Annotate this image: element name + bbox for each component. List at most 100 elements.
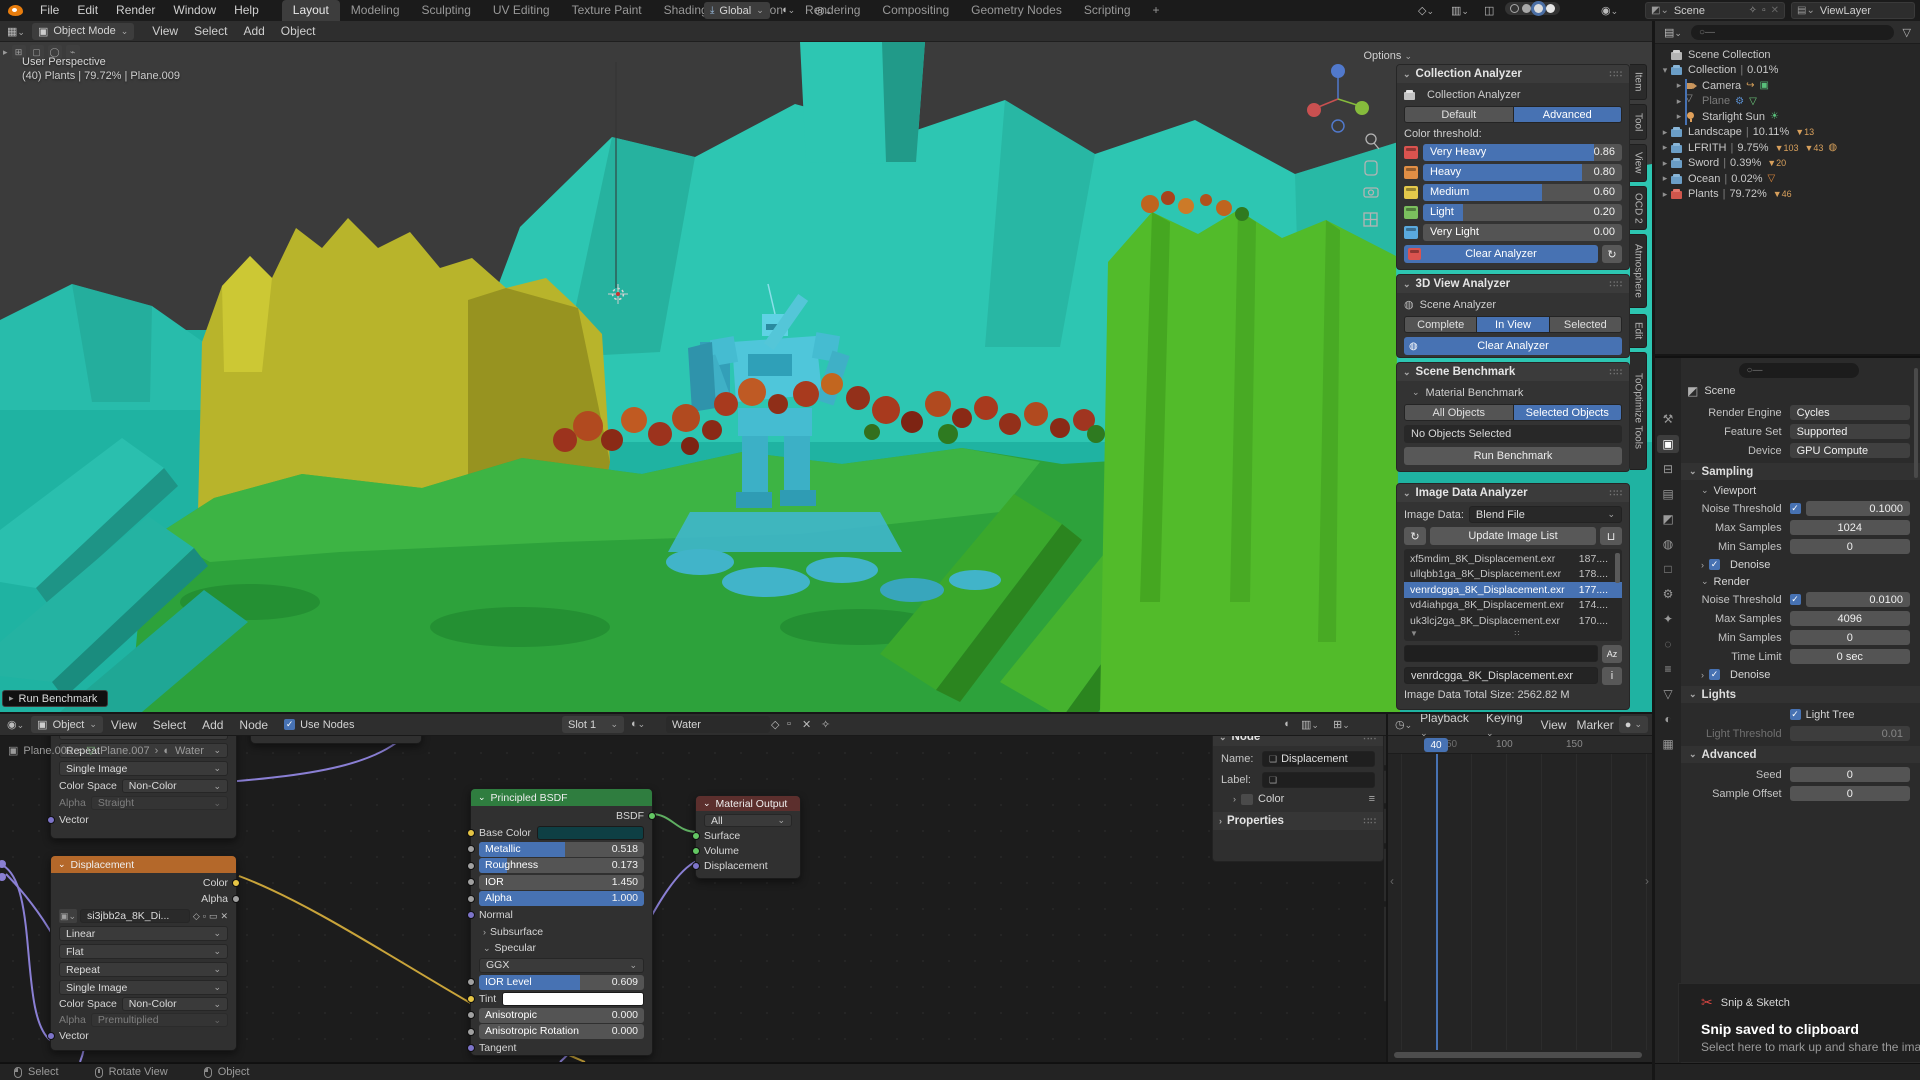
shader-menu-node[interactable]: Node <box>231 718 276 732</box>
overlay-icon[interactable]: ▥⌄ <box>1298 718 1322 731</box>
properties-tab-modifiers[interactable]: ⚙ <box>1657 585 1679 603</box>
tint-swatch[interactable] <box>502 992 644 1006</box>
shading-solid-icon[interactable] <box>1522 4 1531 13</box>
panel-header-collection-analyzer[interactable]: ⌄Collection Analyzer∷∷ <box>1397 65 1629 83</box>
image-list[interactable]: xf5mdim_8K_Displacement.exr187....ullqbb… <box>1404 549 1622 641</box>
folder-icon[interactable]: ▭ <box>209 911 218 922</box>
properties-tab-world[interactable]: ◍ <box>1657 535 1679 553</box>
gizmo-toggle-icon[interactable]: ◇⌄ <box>1415 4 1437 17</box>
vp-denoise-row[interactable]: ›✓Denoise <box>1687 557 1910 572</box>
material-preview-icon[interactable]: ◐⌄ <box>628 718 648 730</box>
benchmark-target-toggle[interactable]: All Objects Selected Objects <box>1404 404 1622 421</box>
properties-tab-render[interactable]: ▣ <box>1657 435 1679 453</box>
displacement-repeat-dropdown[interactable]: Repeat⌄ <box>59 962 228 977</box>
seed-field[interactable]: 0 <box>1790 767 1910 782</box>
add-workspace-button[interactable]: + <box>1142 0 1171 21</box>
properties-tab-object-data[interactable]: ▽ <box>1657 685 1679 703</box>
panel-header-image-data-analyzer[interactable]: ⌄Image Data Analyzer∷∷ <box>1397 484 1629 502</box>
mode-advanced-button[interactable]: Advanced <box>1514 107 1622 122</box>
run-benchmark-tooltip[interactable]: ▸ Run Benchmark <box>2 690 108 707</box>
light-tree-checkbox[interactable]: ✓ <box>1790 709 1801 720</box>
slot-dropdown[interactable]: Slot 1⌄ <box>562 716 624 733</box>
sidebar-tab-edit[interactable]: Edit <box>1630 314 1647 348</box>
mode-selected-button[interactable]: Selected <box>1550 317 1621 332</box>
toolbar-expand-icon[interactable]: ▸ <box>3 47 8 58</box>
scene-name[interactable]: Scene <box>1674 5 1705 17</box>
timeline-view-menu[interactable]: View <box>1536 718 1572 732</box>
current-frame-badge[interactable]: 40 <box>1424 738 1448 752</box>
sample-offset-field[interactable]: 0 <box>1790 786 1910 801</box>
vp-noise-checkbox[interactable]: ✓ <box>1790 503 1801 514</box>
workspace-tab-geometry-nodes[interactable]: Geometry Nodes <box>960 0 1073 21</box>
disclosure-icon[interactable]: ▸ <box>1673 80 1685 91</box>
scene-selector[interactable]: ◩⌄ Scene ✧ ▫ ✕ <box>1645 2 1785 19</box>
clear-analyzer-button-2[interactable]: ◍ Clear Analyzer <box>1404 337 1622 355</box>
rd-max-field[interactable]: 4096 <box>1790 611 1910 626</box>
menu-window[interactable]: Window <box>164 0 225 21</box>
properties-tab-active-tool[interactable]: ⚒ <box>1657 410 1679 428</box>
workspace-tab-texture-paint[interactable]: Texture Paint <box>561 0 653 21</box>
viewport-3d[interactable]: ▸ ⊞ ▢ ◯ ⌁ User Perspective (40) Plants |… <box>0 42 1652 712</box>
menu-edit[interactable]: Edit <box>68 0 107 21</box>
output-target-dropdown[interactable]: All⌄ <box>704 814 792 827</box>
viewlayer-selector[interactable]: ▤⌄ ViewLayer <box>1791 2 1915 19</box>
properties-tab-constraints[interactable]: ≡ <box>1657 660 1679 678</box>
workspace-tab-modeling[interactable]: Modeling <box>340 0 411 21</box>
properties-tab-material[interactable]: ◐ <box>1657 710 1679 728</box>
shield-icon[interactable]: ◇ <box>193 911 200 922</box>
shader-menu-add[interactable]: Add <box>194 718 231 732</box>
workspace-tab-sculpting[interactable]: Sculpting <box>411 0 482 21</box>
threshold-slider-very-heavy[interactable]: Very Heavy0.86 <box>1423 144 1622 161</box>
subsection-viewport[interactable]: ⌄Viewport <box>1687 483 1910 498</box>
displacement-flat-dropdown[interactable]: Flat⌄ <box>59 944 228 959</box>
node-output-header[interactable]: ⌄Material Output <box>696 796 800 811</box>
pin-icon[interactable]: ✧ <box>818 718 833 731</box>
menu-view[interactable]: View <box>144 24 186 38</box>
panel-header-scene-benchmark[interactable]: ⌄Scene Benchmark∷∷ <box>1397 363 1629 381</box>
material-name-field[interactable]: Water <box>666 716 770 733</box>
ior-slider[interactable]: IOR1.450 <box>479 875 644 890</box>
properties-tab-particles[interactable]: ✦ <box>1657 610 1679 628</box>
vp-min-field[interactable]: 0 <box>1790 539 1910 554</box>
mode-dropdown[interactable]: ▣ Object Mode ⌄ <box>32 23 134 40</box>
mode-complete-button[interactable]: Complete <box>1405 317 1477 332</box>
timeline-left-arrow[interactable]: ‹ <box>1390 874 1394 888</box>
base-color-swatch[interactable] <box>537 826 644 840</box>
shader-type-dropdown[interactable]: ▣Object⌄ <box>31 716 103 733</box>
outliner-row-camera[interactable]: ▸Camera↪▣ <box>1659 78 1916 94</box>
disclosure-icon[interactable]: ▸ <box>1659 127 1671 138</box>
outliner-row-starlight-sun[interactable]: ▸Starlight Sun☀ <box>1659 109 1916 125</box>
fake-user-shield-icon[interactable]: ◇ <box>768 718 782 731</box>
presets-list-icon[interactable]: ≡ <box>1369 793 1375 805</box>
outliner-row-plane[interactable]: ▸Plane⚙▽ <box>1659 94 1916 110</box>
vp-denoise-checkbox[interactable]: ✓ <box>1709 559 1720 570</box>
timeline-editor-icon[interactable]: ◷⌄ <box>1392 718 1415 731</box>
panel-header-3d-view-analyzer[interactable]: ⌄3D View Analyzer∷∷ <box>1397 275 1629 293</box>
image-data-source-dropdown[interactable]: Blend File⌄ <box>1469 506 1622 523</box>
notification-toast[interactable]: ✂ Snip & Sketch Snip saved to clipboard … <box>1678 983 1920 1062</box>
playhead[interactable] <box>1436 754 1438 1050</box>
view-analyzer-mode-toggle[interactable]: Complete In View Selected <box>1404 316 1622 333</box>
image-row-3[interactable]: vd4iahpga_8K_Displacement.exr174.... <box>1404 598 1622 614</box>
disclosure-icon[interactable]: ▾ <box>1659 65 1671 76</box>
outliner-filter-icon[interactable]: ▽ <box>1900 26 1914 39</box>
image-filter-input[interactable] <box>1404 645 1598 662</box>
section-advanced[interactable]: ⌄Advanced <box>1681 746 1920 763</box>
render-engine-dropdown[interactable]: Cycles <box>1790 405 1910 420</box>
shader-editor[interactable]: ◉⌄ ▣Object⌄ View Select Add Node ✓ Use N… <box>0 714 1386 1062</box>
shading-material-icon[interactable] <box>1534 4 1543 13</box>
refresh-list-icon[interactable]: ↻ <box>1404 527 1426 545</box>
disclosure-icon[interactable]: ▸ <box>1659 189 1671 200</box>
clear-analyzer-button[interactable]: Clear Analyzer <box>1404 245 1598 263</box>
roughness-slider[interactable]: Roughness0.173 <box>479 858 644 873</box>
displacement-linear-dropdown[interactable]: Linear⌄ <box>59 926 228 941</box>
node-material-output[interactable]: ⌄Material Output All⌄ Surface Volume Dis… <box>695 795 801 879</box>
proportional-edit-icon[interactable]: ◎⌄ <box>812 4 835 17</box>
overlays-toggle-icon[interactable]: ▥⌄ <box>1448 4 1472 17</box>
threshold-slider-medium[interactable]: Medium0.60 <box>1423 184 1622 201</box>
section-lights[interactable]: ⌄Lights <box>1681 686 1920 703</box>
node-displacement[interactable]: ⌄Displacement Color Alpha ▣⌄ si3jbb2a_8K… <box>50 855 237 1051</box>
refresh-icon[interactable]: ↻ <box>1602 245 1622 263</box>
properties-tab-scene[interactable]: ◩ <box>1657 510 1679 528</box>
copy-material-icon[interactable]: ▫ <box>784 718 794 730</box>
